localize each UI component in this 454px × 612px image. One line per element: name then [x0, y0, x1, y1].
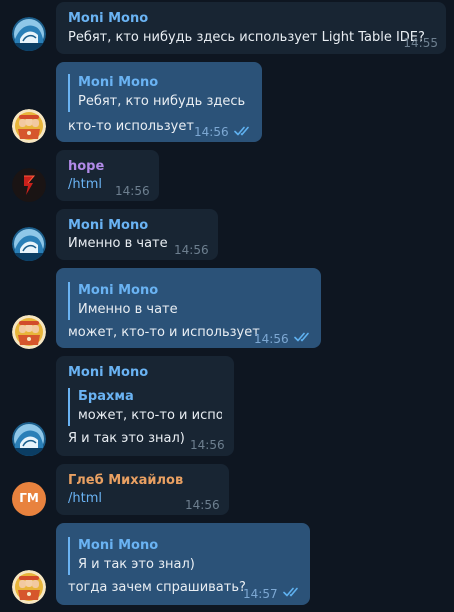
avatar-initials: ГМ: [19, 491, 39, 505]
message-bubble[interactable]: Moni Mono Именно в чате может, кто-то и …: [56, 268, 321, 348]
avatar-brahma-icon[interactable]: [12, 109, 46, 143]
message-bubble[interactable]: Глеб Михайлов /html 14:56: [56, 464, 229, 515]
reply-author: Moni Mono: [78, 283, 159, 298]
message-time: 14:57: [243, 587, 278, 601]
message-bubble[interactable]: Moni Mono Ребят, кто нибудь здесь исполь…: [56, 2, 446, 54]
message-time: 14:55: [403, 36, 438, 50]
reply-text: Именно в чате: [78, 302, 178, 317]
avatar-hope-icon[interactable]: [12, 168, 46, 202]
read-double-check-icon: [294, 332, 312, 342]
reply-quote[interactable]: Moni Mono Именно в чате: [68, 282, 309, 320]
read-double-check-icon: [234, 126, 252, 136]
message-text: Я и так это знал): [68, 431, 185, 446]
avatar-brahma-icon[interactable]: [12, 315, 46, 349]
sender-name[interactable]: Moni Mono: [68, 10, 148, 28]
message-link[interactable]: /html: [68, 176, 102, 194]
reply-author: Moni Mono: [78, 538, 159, 553]
avatar-brahma-icon[interactable]: [12, 570, 46, 604]
message-text: кто-то использует: [68, 119, 194, 134]
message-time: 14:56: [254, 332, 289, 346]
message-bubble[interactable]: hope /html 14:56: [56, 150, 159, 201]
sender-name[interactable]: Глеб Михайлов: [68, 472, 183, 490]
avatar-moni-mono-icon[interactable]: [12, 227, 46, 261]
message-text: может, кто-то и использует: [68, 325, 260, 340]
message-text: тогда зачем спрашивать?: [68, 580, 246, 595]
reply-text: Ребят, кто нибудь здесь ...: [78, 94, 250, 109]
sender-name[interactable]: hope: [68, 158, 104, 176]
message-text: Именно в чате: [68, 236, 168, 251]
avatar-moni-mono-icon[interactable]: [12, 422, 46, 456]
reply-text: может, кто-то и испо...: [78, 408, 222, 423]
message-bubble[interactable]: Moni Mono Ребят, кто нибудь здесь ... кт…: [56, 62, 262, 142]
message-bubble[interactable]: Moni Mono Именно в чате 14:56: [56, 209, 218, 260]
sender-name[interactable]: Moni Mono: [68, 217, 148, 235]
message-link[interactable]: /html: [68, 490, 102, 508]
reply-author: Брахма: [78, 389, 134, 404]
message-time: 14:56: [190, 438, 225, 452]
message-time: 14:56: [115, 184, 150, 198]
reply-author: Moni Mono: [78, 75, 159, 90]
read-double-check-icon: [283, 587, 301, 597]
message-bubble[interactable]: Moni Mono Я и так это знал) тогда зачем …: [56, 523, 310, 605]
message-time: 14:56: [185, 498, 220, 512]
avatar-gm[interactable]: ГМ: [12, 482, 46, 516]
message-text: Ребят, кто нибудь здесь использует Light…: [68, 30, 425, 45]
message-time: 14:56: [174, 243, 209, 257]
reply-quote[interactable]: Moni Mono Ребят, кто нибудь здесь ...: [68, 74, 250, 112]
message-time: 14:56: [194, 125, 229, 139]
reply-quote[interactable]: Moni Mono Я и так это знал): [68, 537, 298, 575]
avatar-moni-mono-icon[interactable]: [12, 17, 46, 51]
sender-name[interactable]: Moni Mono: [68, 364, 148, 382]
reply-quote[interactable]: Брахма может, кто-то и испо...: [68, 388, 222, 426]
message-bubble[interactable]: Moni Mono Брахма может, кто-то и испо...…: [56, 356, 234, 456]
reply-text: Я и так это знал): [78, 557, 195, 572]
